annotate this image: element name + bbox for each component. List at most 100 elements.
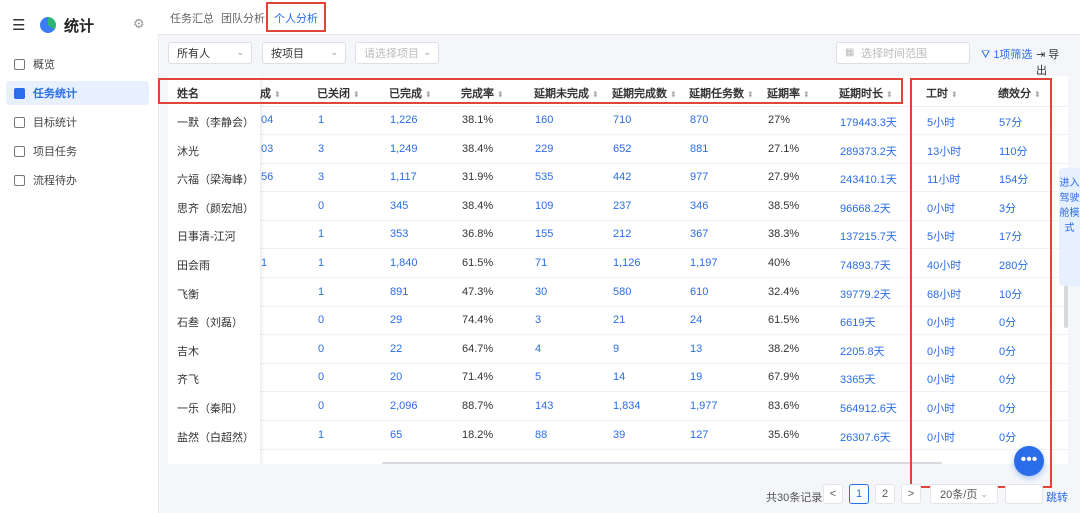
cell-dt[interactable]: 610 — [690, 286, 708, 298]
cell-closed[interactable]: 3 — [318, 171, 324, 183]
cell-du[interactable]: 143 — [535, 400, 553, 412]
cell-dl[interactable]: 2205.8天 — [840, 343, 885, 359]
group-by-select[interactable]: 按项目 ⌄ — [262, 42, 346, 64]
cell-done[interactable]: 353 — [390, 228, 408, 240]
cell-dd[interactable]: 710 — [613, 114, 631, 126]
cell-done[interactable]: 29 — [390, 314, 402, 326]
cell-c0[interactable]: 04 — [261, 114, 273, 126]
cell-dl[interactable]: 26307.6天 — [840, 429, 891, 445]
cell-closed[interactable]: 1 — [318, 286, 324, 298]
cell-dd[interactable]: 1,834 — [613, 400, 641, 412]
cell-dt[interactable]: 881 — [690, 143, 708, 155]
cell-dl[interactable]: 74893.7天 — [840, 257, 891, 273]
cell-done[interactable]: 1,249 — [390, 143, 418, 155]
cell-du[interactable]: 5 — [535, 371, 541, 383]
cell-closed[interactable]: 0 — [318, 343, 324, 355]
cell-done[interactable]: 891 — [390, 286, 408, 298]
cell-dd[interactable]: 237 — [613, 200, 631, 212]
goto-page-input[interactable] — [1005, 484, 1043, 504]
sidebar-item-project-tasks[interactable]: 项目任务 — [6, 139, 149, 163]
cell-du[interactable]: 88 — [535, 429, 547, 441]
cell-dl[interactable]: 564912.6天 — [840, 400, 897, 416]
sidebar-item-overview[interactable]: 概览 — [6, 52, 149, 76]
cell-done[interactable]: 1,226 — [390, 114, 418, 126]
cell-done[interactable]: 65 — [390, 429, 402, 441]
sidebar-item-task-stats[interactable]: 任务统计 — [6, 81, 149, 105]
goto-button[interactable]: 跳转 — [1046, 489, 1068, 505]
export-button[interactable]: ⇥ 导出 — [1036, 46, 1068, 78]
cell-done[interactable]: 20 — [390, 371, 402, 383]
cell-dt[interactable]: 977 — [690, 171, 708, 183]
cell-du[interactable]: 155 — [535, 228, 553, 240]
cell-dd[interactable]: 14 — [613, 371, 625, 383]
cell-done[interactable]: 1,840 — [390, 257, 418, 269]
cockpit-mode-tab[interactable]: 进入驾驶舱模式 — [1059, 168, 1080, 286]
cell-dd[interactable]: 9 — [613, 343, 619, 355]
page-size-select[interactable]: 20条/页 ⌄ — [930, 484, 998, 504]
cell-dd[interactable]: 442 — [613, 171, 631, 183]
cell-dt[interactable]: 127 — [690, 429, 708, 441]
cell-du[interactable]: 71 — [535, 257, 547, 269]
cell-done[interactable]: 2,096 — [390, 400, 418, 412]
cell-dl[interactable]: 137215.7天 — [840, 228, 897, 244]
cell-dl[interactable]: 3365天 — [840, 371, 875, 387]
cell-du[interactable]: 160 — [535, 114, 553, 126]
cell-du[interactable]: 3 — [535, 314, 541, 326]
cell-dt[interactable]: 24 — [690, 314, 702, 326]
cell-c0[interactable]: 03 — [261, 143, 273, 155]
cell-dd[interactable]: 212 — [613, 228, 631, 240]
cell-dl[interactable]: 289373.2天 — [840, 143, 897, 159]
cell-done[interactable]: 22 — [390, 343, 402, 355]
cell-dl[interactable]: 243410.1天 — [840, 171, 897, 187]
page-2-button[interactable]: 2 — [875, 484, 895, 504]
cell-dt[interactable]: 367 — [690, 228, 708, 240]
prev-page-button[interactable]: < — [823, 484, 843, 504]
cell-dd[interactable]: 1,126 — [613, 257, 641, 269]
cell-du[interactable]: 109 — [535, 200, 553, 212]
next-page-button[interactable]: > — [901, 484, 921, 504]
project-select[interactable]: 请选择项目 ⌄ — [355, 42, 439, 64]
cell-closed[interactable]: 0 — [318, 400, 324, 412]
cell-closed[interactable]: 0 — [318, 314, 324, 326]
cell-done[interactable]: 345 — [390, 200, 408, 212]
cell-c0[interactable]: 56 — [261, 171, 273, 183]
cell-closed[interactable]: 3 — [318, 143, 324, 155]
sidebar-item-goal-stats[interactable]: 目标统计 — [6, 110, 149, 134]
cell-closed[interactable]: 0 — [318, 371, 324, 383]
cell-du[interactable]: 535 — [535, 171, 553, 183]
cell-dt[interactable]: 346 — [690, 200, 708, 212]
cell-closed[interactable]: 0 — [318, 200, 324, 212]
cell-dd[interactable]: 39 — [613, 429, 625, 441]
cell-du[interactable]: 4 — [535, 343, 541, 355]
cell-closed[interactable]: 1 — [318, 429, 324, 441]
cell-du[interactable]: 30 — [535, 286, 547, 298]
cell-c0[interactable]: 1 — [261, 257, 267, 269]
cell-dl[interactable]: 179443.3天 — [840, 114, 897, 130]
cell-dl[interactable]: 39779.2天 — [840, 286, 891, 302]
cell-dl[interactable]: 6619天 — [840, 314, 875, 330]
cell-du[interactable]: 229 — [535, 143, 553, 155]
page-1-button[interactable]: 1 — [849, 484, 869, 504]
horizontal-scrollbar[interactable] — [382, 462, 942, 464]
person-select[interactable]: 所有人 ⌄ — [168, 42, 252, 64]
date-range-input[interactable]: ▦ 选择时间范围 — [836, 42, 970, 64]
cell-dt[interactable]: 13 — [690, 343, 702, 355]
cell-dd[interactable]: 652 — [613, 143, 631, 155]
cell-dt[interactable]: 1,977 — [690, 400, 718, 412]
cell-closed[interactable]: 1 — [318, 228, 324, 240]
menu-icon[interactable]: ☰ — [12, 16, 32, 34]
tab-task-summary[interactable]: 任务汇总 — [170, 10, 214, 26]
gear-icon[interactable]: ⚙ — [133, 16, 145, 32]
cell-dl[interactable]: 96668.2天 — [840, 200, 891, 216]
cell-dt[interactable]: 870 — [690, 114, 708, 126]
cell-dd[interactable]: 21 — [613, 314, 625, 326]
cell-dd[interactable]: 580 — [613, 286, 631, 298]
cell-closed[interactable]: 1 — [318, 257, 324, 269]
filter-button[interactable]: ⛛ 1项筛选 — [981, 46, 1032, 62]
cell-dt[interactable]: 1,197 — [690, 257, 718, 269]
more-icon[interactable]: ••• — [1014, 446, 1044, 476]
tab-team-analysis[interactable]: 团队分析 — [221, 10, 265, 26]
cell-done[interactable]: 1,117 — [390, 171, 417, 183]
sidebar-item-workflow-todo[interactable]: 流程待办 — [6, 168, 149, 192]
cell-closed[interactable]: 1 — [318, 114, 324, 126]
